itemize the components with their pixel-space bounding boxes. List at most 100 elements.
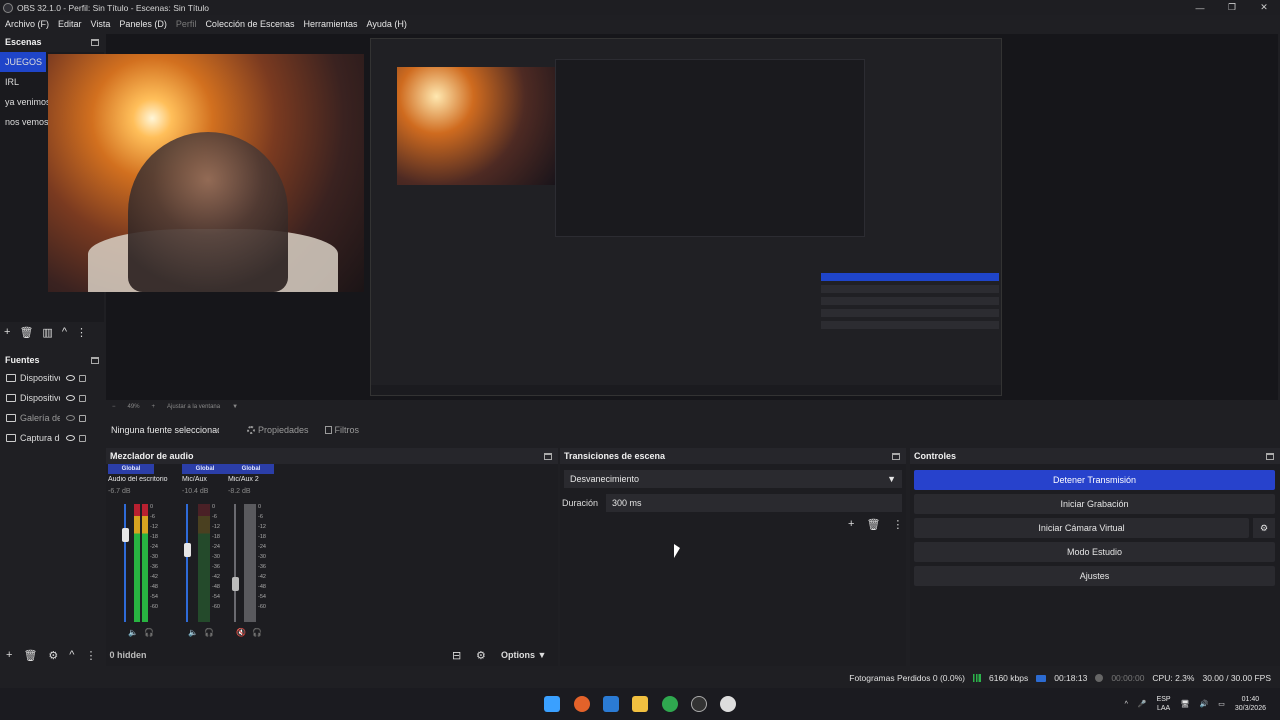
visibility-eye-icon[interactable] xyxy=(66,435,75,441)
source-item[interactable]: Galería de imágenes xyxy=(0,408,104,428)
muted-speaker-icon[interactable]: 🔇 xyxy=(236,628,246,637)
minimize-button[interactable]: — xyxy=(1184,0,1216,15)
lock-icon[interactable] xyxy=(79,374,86,382)
channel-group-label: Global xyxy=(228,464,274,474)
menu-scene-collection[interactable]: Colección de Escenas xyxy=(205,19,294,29)
source-more-button[interactable]: ⋮ xyxy=(85,649,96,662)
mixer-layout-icon[interactable]: ⊟ xyxy=(452,649,461,662)
signal-bars-icon xyxy=(973,674,981,682)
stop-streaming-button[interactable]: Detener Transmisión xyxy=(914,470,1275,490)
undock-icon[interactable] xyxy=(544,452,552,460)
lock-icon[interactable] xyxy=(79,394,86,402)
channel-name[interactable]: Audio del escritorio xyxy=(108,476,172,486)
menu-help[interactable]: Ayuda (H) xyxy=(367,19,407,29)
chevron-down-icon[interactable]: ▼ xyxy=(232,404,238,410)
move-source-up-button[interactable]: ^ xyxy=(69,649,74,661)
folder-icon[interactable] xyxy=(632,696,648,712)
transition-select[interactable]: Desvanecimiento ▼ xyxy=(564,470,902,488)
scene-filters-button[interactable]: ▥ xyxy=(42,326,52,339)
source-item[interactable]: Dispositivo de audio xyxy=(0,388,104,408)
add-source-button[interactable]: + xyxy=(6,649,12,661)
channel-group-label: Global xyxy=(108,464,154,474)
store-icon[interactable] xyxy=(603,696,619,712)
network-icon[interactable]: 🖥 xyxy=(1181,700,1190,708)
zoom-out-button[interactable]: − xyxy=(112,404,116,410)
menu-file[interactable]: Archivo (F) xyxy=(5,19,49,29)
speaker-icon[interactable]: 🔈 xyxy=(188,628,198,637)
source-item[interactable]: Dispositivo de captura xyxy=(0,368,104,388)
obs-icon[interactable] xyxy=(691,696,707,712)
mixer-settings-icon[interactable]: ⚙ xyxy=(476,649,486,662)
volume-fader-knob[interactable] xyxy=(232,577,239,592)
remove-scene-button[interactable]: 🗑 xyxy=(19,326,33,339)
mixer-options-button[interactable]: Options ▼ xyxy=(501,650,546,660)
scene-item-juegos[interactable]: JUEGOS xyxy=(0,52,46,72)
close-button[interactable]: ✕ xyxy=(1248,0,1280,15)
visibility-eye-icon[interactable] xyxy=(66,375,75,381)
menu-docks[interactable]: Paneles (D) xyxy=(119,19,167,29)
menu-view[interactable]: Vista xyxy=(91,19,111,29)
chevron-up-icon[interactable]: ^ xyxy=(1125,701,1128,708)
menu-tools[interactable]: Herramientas xyxy=(304,19,358,29)
add-transition-button[interactable]: + xyxy=(848,518,854,531)
volume-fader-track[interactable] xyxy=(124,504,126,622)
filters-button[interactable]: Filtros xyxy=(324,425,359,435)
maximize-button[interactable]: ❐ xyxy=(1216,0,1248,15)
volume-icon[interactable]: 🔊 xyxy=(1200,700,1209,708)
speaker-icon[interactable]: 🔈 xyxy=(128,628,138,637)
undock-icon[interactable] xyxy=(91,38,99,46)
settings-button[interactable]: Ajustes xyxy=(914,566,1275,586)
program-preview[interactable] xyxy=(48,34,1278,400)
transition-more-button[interactable]: ⋮ xyxy=(892,518,903,531)
controls-dock: Controles Detener Transmisión Iniciar Gr… xyxy=(910,448,1280,666)
source-name: Captura de pantalla xyxy=(20,433,60,443)
volume-fader-knob[interactable] xyxy=(184,542,191,557)
hidden-eye-icon[interactable] xyxy=(66,415,75,421)
scene-more-button[interactable]: ⋮ xyxy=(76,326,87,339)
chrome-icon[interactable] xyxy=(662,696,678,712)
source-properties-button[interactable]: ⚙ xyxy=(48,649,58,662)
volume-fader-track[interactable] xyxy=(234,504,236,622)
stream-icon xyxy=(1036,674,1047,682)
headphones-icon[interactable]: 🎧 xyxy=(144,628,154,637)
lock-icon[interactable] xyxy=(79,434,86,442)
studio-mode-button[interactable]: Modo Estudio xyxy=(914,542,1275,562)
meter-scale-tick: -30 xyxy=(212,554,220,560)
source-item[interactable]: Captura de pantalla xyxy=(0,428,104,448)
fit-to-window-select[interactable]: Ajustar a la ventana xyxy=(167,404,220,410)
battery-icon[interactable]: ▭ xyxy=(1218,700,1225,708)
microphone-icon[interactable]: 🎤 xyxy=(1138,700,1147,708)
menu-edit[interactable]: Editar xyxy=(58,19,82,29)
channel-name[interactable]: Mic/Aux xyxy=(182,476,228,486)
channel-name[interactable]: Mic/Aux 2 xyxy=(228,476,274,486)
windows-start-icon[interactable] xyxy=(544,696,560,712)
move-scene-up-button[interactable]: ^ xyxy=(62,326,67,338)
headphones-icon[interactable]: 🎧 xyxy=(204,628,214,637)
firefox-icon[interactable] xyxy=(574,696,590,712)
language-indicator[interactable]: ESP LAA xyxy=(1157,695,1171,713)
clock[interactable]: 01:40 30/3/2026 xyxy=(1235,695,1266,713)
zoom-in-button[interactable]: + xyxy=(152,404,156,410)
lock-icon[interactable] xyxy=(79,414,86,422)
start-virtual-camera-button[interactable]: Iniciar Cámara Virtual xyxy=(914,518,1249,538)
sources-title: Fuentes xyxy=(5,355,40,365)
visibility-eye-icon[interactable] xyxy=(66,395,75,401)
meter-scale-tick: -6 xyxy=(212,514,217,520)
meter-scale-tick: -6 xyxy=(150,514,155,520)
volume-fader-track[interactable] xyxy=(186,504,188,622)
meter-scale-tick: -18 xyxy=(212,534,220,540)
menu-profile[interactable]: Perfil xyxy=(176,19,197,29)
add-scene-button[interactable]: + xyxy=(4,326,10,338)
undock-icon[interactable] xyxy=(892,452,900,460)
remove-source-button[interactable]: 🗑 xyxy=(23,649,37,662)
headphones-icon[interactable]: 🎧 xyxy=(252,628,262,637)
virtual-camera-settings-button[interactable]: ⚙ xyxy=(1253,518,1275,538)
undock-icon[interactable] xyxy=(91,356,99,364)
media-player-icon[interactable] xyxy=(720,696,736,712)
undock-icon[interactable] xyxy=(1266,452,1274,460)
duration-input[interactable]: 300 ms xyxy=(606,494,902,512)
volume-fader-knob[interactable] xyxy=(122,528,129,542)
properties-button[interactable]: Propiedades xyxy=(247,425,309,435)
start-recording-button[interactable]: Iniciar Grabación xyxy=(914,494,1275,514)
remove-transition-button[interactable]: 🗑 xyxy=(866,518,880,531)
